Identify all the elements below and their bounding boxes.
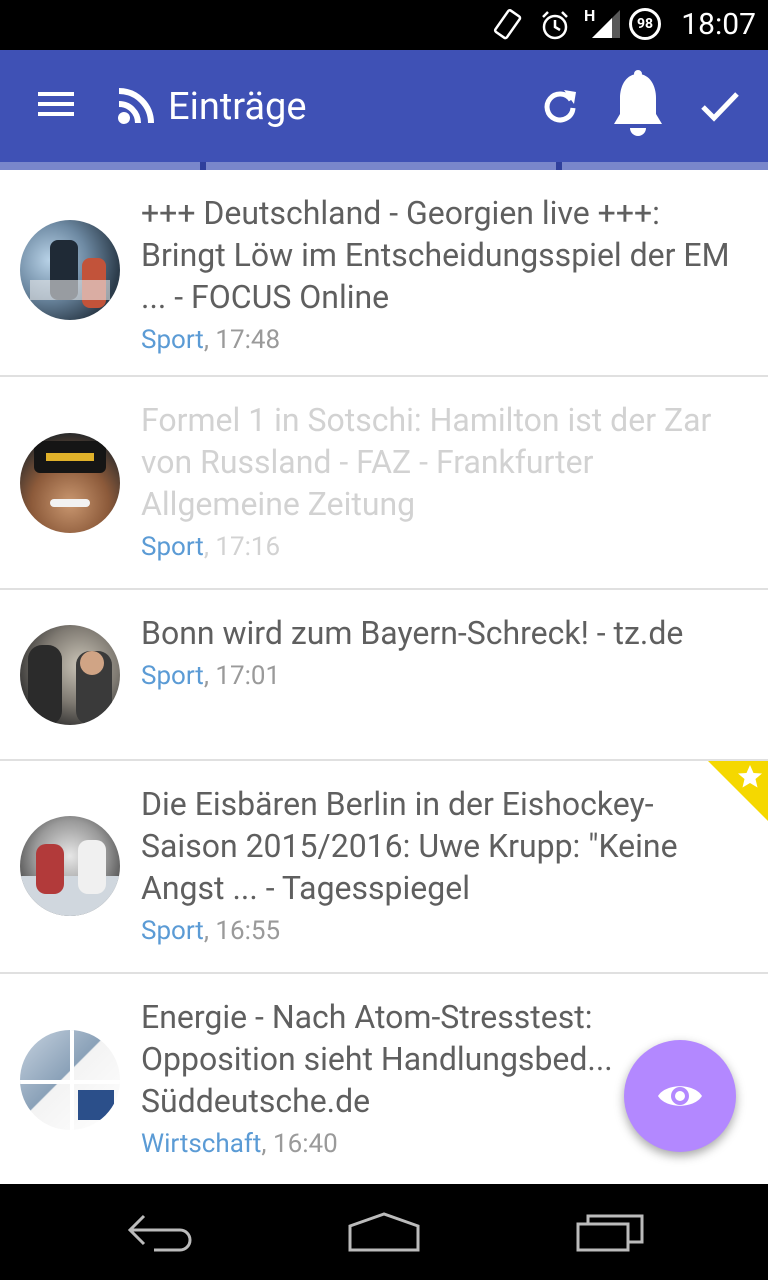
entry-time: 16:55 <box>215 916 281 946</box>
meta-separator: , <box>203 916 216 946</box>
meta-separator: , <box>203 532 216 562</box>
entry-time: 17:48 <box>215 325 281 355</box>
page-title: Einträge <box>168 85 307 129</box>
list-item[interactable]: +++ Deutschland - Georgien live +++: Bri… <box>0 170 768 377</box>
entry-text: Formel 1 in Sotschi: Hamilton ist der Za… <box>141 399 738 563</box>
mark-read-check-icon[interactable] <box>700 88 740 124</box>
entry-title: Bonn wird zum Bayern-Schreck! - tz.de <box>141 614 684 652</box>
entry-category[interactable]: Wirtschaft <box>141 1129 261 1159</box>
status-bar: H 98 18:07 <box>0 0 768 50</box>
navigation-bar <box>0 1184 768 1280</box>
menu-icon[interactable] <box>36 88 76 120</box>
entry-title: Die Eisbären Berlin in der Eishockey-Sai… <box>141 785 678 907</box>
meta-separator: , <box>261 1129 273 1159</box>
battery-icon: 98 <box>629 8 661 40</box>
status-time: 18:07 <box>681 7 756 42</box>
meta-separator: , <box>203 661 216 691</box>
loading-progress-bar <box>0 162 768 170</box>
entry-thumbnail <box>20 220 120 320</box>
notification-bell-icon[interactable] <box>612 70 664 142</box>
entry-thumbnail <box>20 625 120 725</box>
eye-icon <box>658 1086 702 1106</box>
list-item[interactable]: Die Eisbären Berlin in der Eishockey-Sai… <box>0 761 768 974</box>
entry-time: 17:16 <box>215 532 281 562</box>
entry-time: 16:40 <box>272 1129 338 1159</box>
entry-meta: Sport, 16:55 <box>141 915 738 947</box>
rss-icon <box>118 88 154 124</box>
entries-list[interactable]: +++ Deutschland - Georgien live +++: Bri… <box>0 170 768 1184</box>
recents-icon[interactable] <box>574 1212 646 1256</box>
entry-thumbnail <box>20 1030 120 1130</box>
entry-text: Bonn wird zum Bayern-Schreck! - tz.de Sp… <box>141 612 738 692</box>
list-item[interactable]: Bonn wird zum Bayern-Schreck! - tz.de Sp… <box>0 590 768 761</box>
signal-icon <box>592 10 620 38</box>
entry-category[interactable]: Sport <box>141 916 204 946</box>
list-item[interactable]: Formel 1 in Sotschi: Hamilton ist der Za… <box>0 377 768 590</box>
entry-category[interactable]: Sport <box>141 325 204 355</box>
app-bar: Einträge <box>0 50 768 162</box>
entry-text: Die Eisbären Berlin in der Eishockey-Sai… <box>141 783 738 947</box>
entry-meta: Sport, 17:16 <box>141 531 738 563</box>
entry-thumbnail <box>20 433 120 533</box>
entry-category[interactable]: Sport <box>141 532 204 562</box>
entry-text: +++ Deutschland - Georgien live +++: Bri… <box>141 192 738 356</box>
screen-rotation-icon <box>493 9 522 40</box>
refresh-icon[interactable] <box>540 86 580 126</box>
entry-category[interactable]: Sport <box>141 661 204 691</box>
entry-time: 17:01 <box>215 661 281 691</box>
battery-level: 98 <box>636 16 654 32</box>
entry-meta: Sport, 17:01 <box>141 660 738 692</box>
home-icon[interactable] <box>346 1210 422 1254</box>
alarm-icon <box>542 11 568 40</box>
entry-thumbnail <box>20 816 120 916</box>
meta-separator: , <box>203 325 216 355</box>
entry-title: Formel 1 in Sotschi: Hamilton ist der Za… <box>141 401 712 523</box>
show-unread-fab-button[interactable] <box>624 1040 736 1152</box>
back-icon[interactable] <box>124 1210 196 1254</box>
entry-title: +++ Deutschland - Georgien live +++: Bri… <box>141 194 730 316</box>
entry-meta: Sport, 17:48 <box>141 324 738 356</box>
